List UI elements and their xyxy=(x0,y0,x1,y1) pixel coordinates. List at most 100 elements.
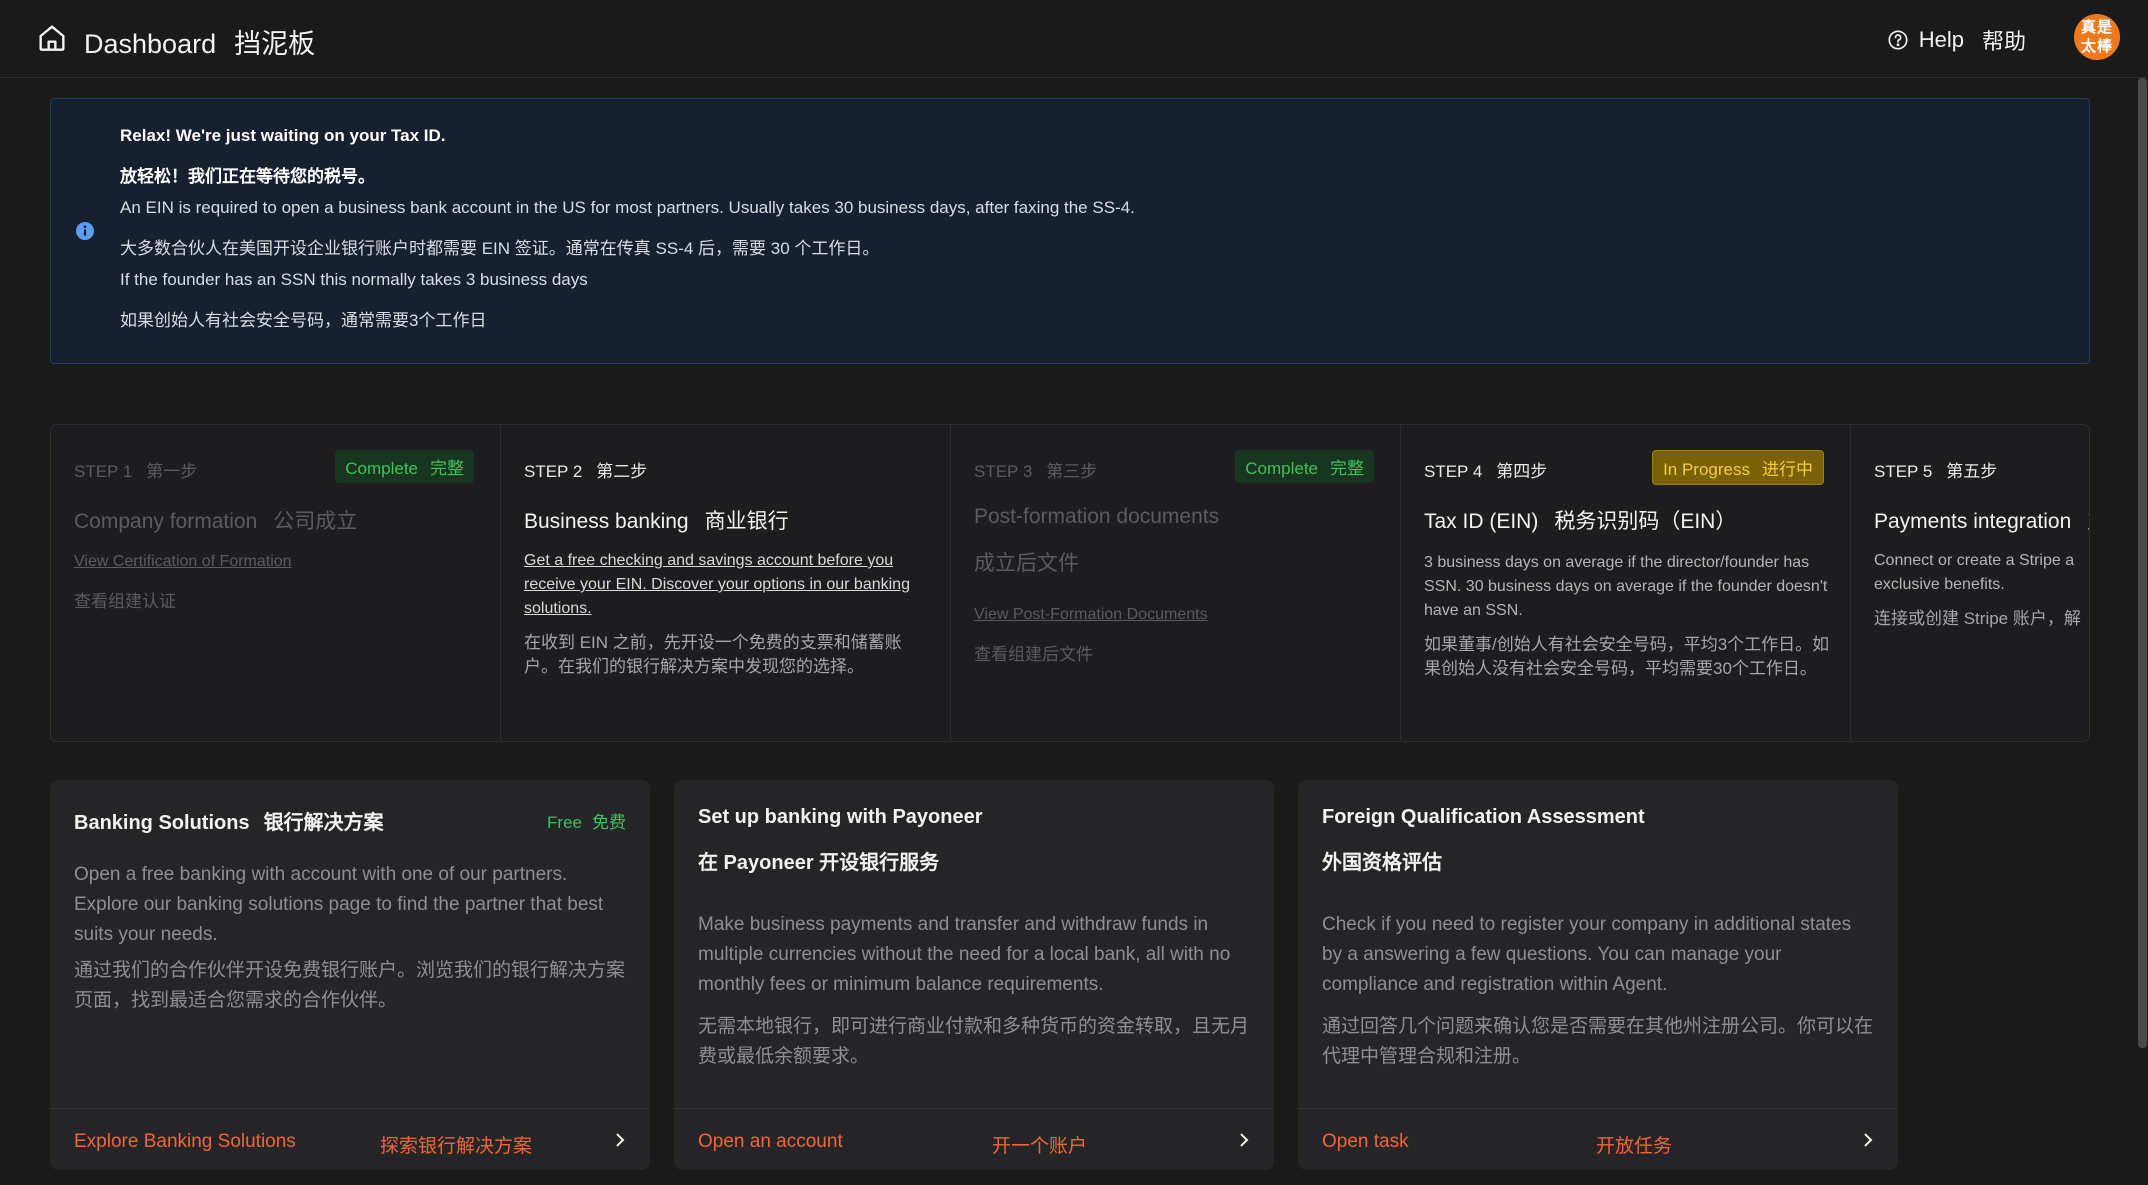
card-description-cn: 无需本地银行，即可进行商业付款和多种货币的资金转取，且无月费或最低余额要求。 xyxy=(698,1016,1250,1067)
free-label-cn: 免费 xyxy=(592,813,626,832)
step-title-en: Business banking xyxy=(524,510,689,533)
step-3-post-formation-documents[interactable]: STEP 3 第三步 Complete 完整 Post-formation docu… xyxy=(951,425,1401,741)
formation-steps: STEP 1 第一步 Complete 完整 Company formation 公司… xyxy=(50,424,2090,742)
card-description: Check if you need to register your compa… xyxy=(1322,914,1852,995)
status-badge-in-progress: In Progress 进行中 xyxy=(1652,450,1824,485)
card-title-cn: 外国资格评估 xyxy=(1322,852,1442,874)
tax-id-description-cn: 如果董事/创始人有社会安全号码，平均3个工作日。如果创始人没有社会安全号码，平均… xyxy=(1424,635,1830,678)
step-title-en: Payments integration xyxy=(1874,510,2072,533)
banner-text-ssn: If the founder has an SSN this normally … xyxy=(120,270,588,289)
step-title-cn: 商业银行 xyxy=(704,510,789,533)
step-number-en: STEP 4 xyxy=(1424,462,1483,481)
avatar[interactable]: 真是 太棒 xyxy=(2074,14,2120,60)
payoneer-banking-card: Set up banking with Payoneer 在 Payoneer … xyxy=(674,780,1274,1170)
open-task-button[interactable]: Open task 开放任务 xyxy=(1298,1108,1898,1170)
home-icon[interactable] xyxy=(36,22,68,54)
chevron-right-icon xyxy=(1864,1133,1873,1147)
step-number-en: STEP 2 xyxy=(524,462,583,481)
card-description-cn: 通过回答几个问题来确认您是否需要在其他州注册公司。你可以在代理中管理合规和注册。 xyxy=(1322,1016,1874,1067)
badge-label: In Progress xyxy=(1663,460,1750,479)
payments-description: Connect or create a Stripe a exclusive b… xyxy=(1874,552,2075,593)
step-title-cn: 成立后文件 xyxy=(974,552,1079,575)
avatar-text-line2: 太棒 xyxy=(2080,38,2113,55)
banking-solutions-card: Banking Solutions 银行解决方案 Free 免费 Open a fr… xyxy=(50,780,650,1170)
cta-label-cn: 开一个账户 xyxy=(992,1136,1088,1157)
status-badge-complete: Complete 完整 xyxy=(335,450,474,483)
page-title-cn: 挡泥板 xyxy=(234,29,316,59)
step-title-en: Tax ID (EIN) xyxy=(1424,510,1539,533)
tax-id-info-banner: Relax! We're just waiting on your Tax ID… xyxy=(50,98,2090,364)
step-number: STEP 4 第四步 xyxy=(1424,457,1547,482)
status-badge-complete: Complete 完整 xyxy=(1235,450,1374,483)
free-badge: Free 免费 xyxy=(547,808,626,833)
card-title: Set up banking with Payoneer xyxy=(698,806,983,828)
step-4-tax-id[interactable]: STEP 4 第四步 In Progress 进行中 Tax ID (EIN) 税务识… xyxy=(1401,425,1851,741)
help-button[interactable]: Help 帮助 xyxy=(1887,24,2026,56)
card-title-en: Banking Solutions xyxy=(74,812,250,834)
step-number: STEP 5 第五步 xyxy=(1874,457,1997,482)
badge-label-cn: 完整 xyxy=(1330,459,1364,478)
step-number-en: STEP 1 xyxy=(74,462,133,481)
scrollbar-thumb[interactable] xyxy=(2138,78,2147,1048)
step-2-business-banking[interactable]: STEP 2 第二步 Business banking 商业银行 Get a fre… xyxy=(501,425,951,741)
cta-label: Open task xyxy=(1322,1131,1409,1152)
question-circle-icon xyxy=(1888,30,1908,50)
badge-label-cn: 进行中 xyxy=(1762,460,1813,479)
step-number: STEP 2 第二步 xyxy=(524,457,647,482)
step-number-cn: 第一步 xyxy=(146,462,198,481)
view-certification-link-cn[interactable]: 查看组建认证 xyxy=(74,587,176,612)
business-banking-description-cn: 在收到 EIN 之前，先开设一个免费的支票和储蓄账户。在我们的银行解决方案中发现… xyxy=(524,633,902,676)
view-certification-link[interactable]: View Certification of Formation xyxy=(74,553,292,571)
open-account-button[interactable]: Open an account 开一个账户 xyxy=(674,1108,1274,1170)
card-title-cn: 在 Payoneer 开设银行服务 xyxy=(698,852,940,874)
step-number-en: STEP 3 xyxy=(974,462,1033,481)
step-number-en: STEP 5 xyxy=(1874,462,1933,481)
cta-label-cn: 探索银行解决方案 xyxy=(380,1136,533,1157)
banner-heading-cn: 放轻松！我们正在等待您的税号。 xyxy=(120,167,375,186)
step-title: Company formation 公司成立 xyxy=(74,505,357,535)
page-title-en: Dashboard xyxy=(84,29,217,59)
banner-text-ein: An EIN is required to open a business ba… xyxy=(120,198,1135,217)
step-number-cn: 第四步 xyxy=(1496,462,1548,481)
step-title-cn: 支 xyxy=(2087,510,2089,533)
step-number-cn: 第三步 xyxy=(1046,462,1098,481)
card-description-cn: 通过我们的合作伙伴开设免费银行账户。浏览我们的银行解决方案页面，找到最适合您需求… xyxy=(74,960,626,1011)
step-title-en: Post-formation documents xyxy=(974,505,1220,528)
step-title-cn: 公司成立 xyxy=(273,510,358,533)
card-description: Make business payments and transfer and … xyxy=(698,914,1231,995)
step-number: STEP 1 第一步 xyxy=(74,457,197,482)
banner-text-ein-cn: 大多数合伙人在美国开设企业银行账户时都需要 EIN 签证。通常在传真 SS-4 … xyxy=(120,239,880,258)
step-title: Payments integration 支 xyxy=(1874,505,2089,535)
step-title: Business banking 商业银行 xyxy=(524,505,789,535)
page-title: Dashboard 挡泥板 xyxy=(84,22,315,61)
step-number-cn: 第二步 xyxy=(596,462,648,481)
payments-description-cn: 连接或创建 Stripe 账户，解 xyxy=(1874,609,2081,628)
step-title-en: Company formation xyxy=(74,510,258,533)
info-icon xyxy=(76,222,94,240)
business-banking-link[interactable]: Get a free checking and savings account … xyxy=(524,549,934,621)
chevron-right-icon xyxy=(1240,1133,1249,1147)
banner-text-ssn-cn: 如果创始人有社会安全号码，通常需要3个工作日 xyxy=(120,311,487,330)
badge-label: Complete xyxy=(1245,459,1318,478)
card-title: Foreign Qualification Assessment xyxy=(1322,806,1645,828)
badge-label: Complete xyxy=(345,459,418,478)
help-label: Help xyxy=(1918,27,1964,52)
step-number-cn: 第五步 xyxy=(1946,462,1998,481)
cta-label-cn: 开放任务 xyxy=(1596,1136,1673,1157)
foreign-qualification-card: Foreign Qualification Assessment 外国资格评估 … xyxy=(1298,780,1898,1170)
card-description: Open a free banking with account with on… xyxy=(74,864,604,945)
card-title-cn: 银行解决方案 xyxy=(263,812,384,834)
view-post-formation-link-cn[interactable]: 查看组建后文件 xyxy=(974,640,1093,665)
card-title: Banking Solutions 银行解决方案 xyxy=(74,806,384,835)
step-5-payments-integration[interactable]: STEP 5 第五步 Payments integration 支 Connect … xyxy=(1851,425,2089,741)
chevron-right-icon xyxy=(616,1133,625,1147)
help-label-cn: 帮助 xyxy=(1981,29,2026,54)
cta-label: Open an account xyxy=(698,1131,843,1152)
badge-label-cn: 完整 xyxy=(430,459,464,478)
step-title: Tax ID (EIN) 税务识别码（EIN） xyxy=(1424,505,1736,535)
explore-banking-solutions-button[interactable]: Explore Banking Solutions 探索银行解决方案 xyxy=(50,1108,650,1170)
view-post-formation-link[interactable]: View Post-Formation Documents xyxy=(974,606,1208,624)
cta-label: Explore Banking Solutions xyxy=(74,1131,296,1152)
avatar-text-line1: 真是 xyxy=(2080,19,2113,36)
step-1-company-formation[interactable]: STEP 1 第一步 Complete 完整 Company formation 公司… xyxy=(51,425,501,741)
